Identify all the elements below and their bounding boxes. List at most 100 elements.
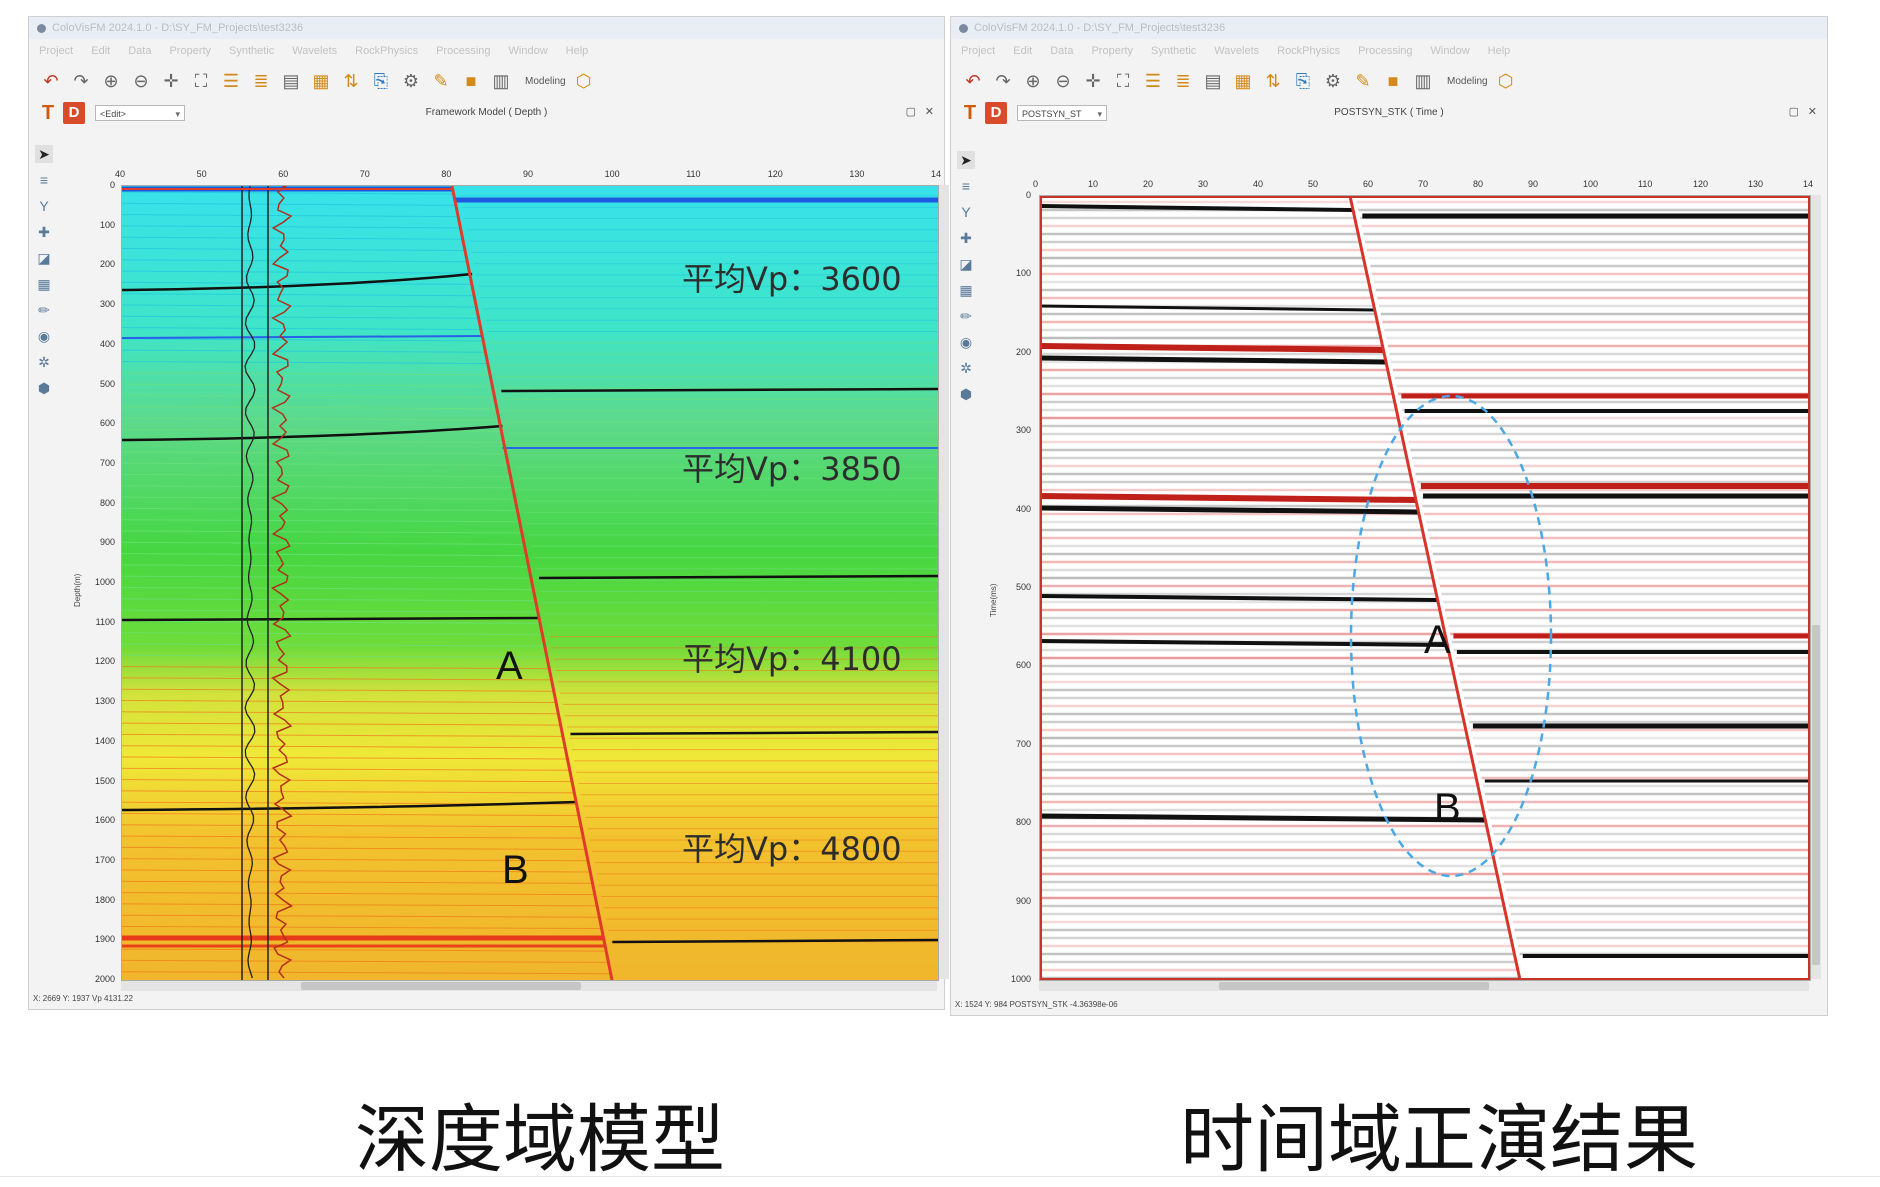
cube-icon[interactable]: ⬢ bbox=[957, 385, 975, 403]
fit-view-icon[interactable]: ⛶ bbox=[1111, 69, 1135, 93]
gear-icon[interactable]: ✲ bbox=[957, 359, 975, 377]
grid-icon[interactable]: ▥ bbox=[489, 69, 513, 93]
grid-tool-icon[interactable]: ▦ bbox=[957, 281, 975, 299]
menu-help[interactable]: Help bbox=[566, 45, 589, 57]
window-titlebar[interactable]: ColoVisFM 2024.1.0 - D:\SY_FM_Projects\t… bbox=[29, 17, 944, 39]
horizon-tool-icon[interactable]: ≡ bbox=[35, 171, 53, 189]
modeling-icon[interactable]: ⬡ bbox=[1494, 69, 1518, 93]
grid-icon[interactable]: ▥ bbox=[1411, 69, 1435, 93]
y-tool-icon[interactable]: Y bbox=[957, 203, 975, 221]
menu-bar: Project Edit Data Property Synthetic Wav… bbox=[951, 39, 1827, 63]
menu-property[interactable]: Property bbox=[1091, 45, 1133, 57]
menu-property[interactable]: Property bbox=[169, 45, 211, 57]
vertical-scroll-thumb[interactable] bbox=[1812, 625, 1820, 965]
menu-project[interactable]: Project bbox=[39, 45, 73, 57]
pan-icon[interactable]: ✛ bbox=[1081, 69, 1105, 93]
menu-processing[interactable]: Processing bbox=[436, 45, 490, 57]
close-icon[interactable]: ✕ bbox=[925, 105, 934, 118]
zoom-out-icon[interactable]: ⊖ bbox=[1051, 69, 1075, 93]
horizon-list-icon[interactable]: ≣ bbox=[249, 69, 273, 93]
depth-mode-icon[interactable]: D bbox=[63, 102, 85, 124]
menu-edit[interactable]: Edit bbox=[91, 45, 110, 57]
fill-tool-icon[interactable]: ◉ bbox=[957, 333, 975, 351]
menu-synthetic[interactable]: Synthetic bbox=[1151, 45, 1196, 57]
menu-rockphysics[interactable]: RockPhysics bbox=[1277, 45, 1340, 57]
modeling-button[interactable]: Modeling bbox=[525, 76, 566, 87]
window-titlebar[interactable]: ColoVisFM 2024.1.0 - D:\SY_FM_Projects\t… bbox=[951, 17, 1827, 39]
vertical-scrollbar[interactable] bbox=[939, 185, 949, 979]
pencil-icon[interactable]: ✏ bbox=[957, 307, 975, 325]
fit-view-icon[interactable]: ⛶ bbox=[189, 69, 213, 93]
menu-window[interactable]: Window bbox=[1431, 45, 1470, 57]
modeling-icon[interactable]: ⬡ bbox=[572, 69, 596, 93]
well-list-icon[interactable]: ▤ bbox=[1201, 69, 1225, 93]
color-bar-icon[interactable]: ▦ bbox=[1231, 69, 1255, 93]
layers-icon[interactable]: ☰ bbox=[219, 69, 243, 93]
horizon-tool-icon[interactable]: ≡ bbox=[957, 177, 975, 195]
color-palette-icon[interactable]: ■ bbox=[459, 69, 483, 93]
cube-icon[interactable]: ⬢ bbox=[35, 379, 53, 397]
pencil-icon[interactable]: ✏ bbox=[35, 301, 53, 319]
color-bar-icon[interactable]: ▦ bbox=[309, 69, 333, 93]
black-horizon bbox=[122, 424, 503, 442]
menu-data[interactable]: Data bbox=[1050, 45, 1073, 57]
vertical-scrollbar[interactable] bbox=[1811, 195, 1821, 979]
fill-tool-icon[interactable]: ◉ bbox=[35, 327, 53, 345]
menu-synthetic[interactable]: Synthetic bbox=[229, 45, 274, 57]
undo-icon[interactable]: ↶ bbox=[961, 69, 985, 93]
color-palette-icon[interactable]: ■ bbox=[1381, 69, 1405, 93]
menu-help[interactable]: Help bbox=[1488, 45, 1511, 57]
export-icon[interactable]: ⎘ bbox=[1291, 69, 1315, 93]
horizontal-scroll-thumb[interactable] bbox=[1219, 982, 1489, 990]
settings-icon[interactable]: ⚙ bbox=[399, 69, 423, 93]
menu-rockphysics[interactable]: RockPhysics bbox=[355, 45, 418, 57]
zoom-in-icon[interactable]: ⊕ bbox=[1021, 69, 1045, 93]
horizontal-scrollbar[interactable] bbox=[1039, 981, 1809, 991]
data-dropdown[interactable]: POSTSYN_ST bbox=[1017, 105, 1107, 122]
surface-tool-icon[interactable]: ◪ bbox=[957, 255, 975, 273]
strata-line bbox=[122, 507, 517, 511]
maximize-icon[interactable]: ▢ bbox=[906, 105, 916, 118]
menu-data[interactable]: Data bbox=[128, 45, 151, 57]
gear-icon[interactable]: ✲ bbox=[35, 353, 53, 371]
menu-project[interactable]: Project bbox=[961, 45, 995, 57]
paint-icon[interactable]: ✎ bbox=[1351, 69, 1375, 93]
grid-tool-icon[interactable]: ▦ bbox=[35, 275, 53, 293]
export-icon[interactable]: ⎘ bbox=[369, 69, 393, 93]
menu-wavelets[interactable]: Wavelets bbox=[1214, 45, 1259, 57]
pointer-icon[interactable]: ➤ bbox=[35, 145, 53, 163]
pointer-icon[interactable]: ➤ bbox=[957, 151, 975, 169]
redo-icon[interactable]: ↷ bbox=[991, 69, 1015, 93]
settings-icon[interactable]: ⚙ bbox=[1321, 69, 1345, 93]
horizon-list-icon[interactable]: ≣ bbox=[1171, 69, 1195, 93]
menu-window[interactable]: Window bbox=[509, 45, 548, 57]
tick-label: 300 bbox=[1015, 425, 1031, 436]
mode-dropdown[interactable]: <Edit> bbox=[95, 105, 185, 122]
fault-tool-icon[interactable]: ✚ bbox=[35, 223, 53, 241]
y-tool-icon[interactable]: Y bbox=[35, 197, 53, 215]
surface-tool-icon[interactable]: ◪ bbox=[35, 249, 53, 267]
zoom-out-icon[interactable]: ⊖ bbox=[129, 69, 153, 93]
redo-icon[interactable]: ↷ bbox=[69, 69, 93, 93]
sort-icon[interactable]: ⇅ bbox=[339, 69, 363, 93]
sort-icon[interactable]: ⇅ bbox=[1261, 69, 1285, 93]
pan-icon[interactable]: ✛ bbox=[159, 69, 183, 93]
seismic-section-canvas[interactable]: A B bbox=[1039, 195, 1811, 981]
well-list-icon[interactable]: ▤ bbox=[279, 69, 303, 93]
menu-wavelets[interactable]: Wavelets bbox=[292, 45, 337, 57]
depth-mode-icon[interactable]: D bbox=[985, 102, 1007, 124]
undo-icon[interactable]: ↶ bbox=[39, 69, 63, 93]
menu-edit[interactable]: Edit bbox=[1013, 45, 1032, 57]
layers-icon[interactable]: ☰ bbox=[1141, 69, 1165, 93]
zoom-in-icon[interactable]: ⊕ bbox=[99, 69, 123, 93]
time-mode-icon[interactable]: T bbox=[959, 102, 981, 124]
time-mode-icon[interactable]: T bbox=[37, 102, 59, 124]
close-icon[interactable]: ✕ bbox=[1808, 105, 1817, 118]
paint-icon[interactable]: ✎ bbox=[429, 69, 453, 93]
depth-model-canvas[interactable]: 平均Vp：3600 平均Vp：3850 平均Vp：4100 平均Vp：4800 … bbox=[121, 185, 939, 981]
modeling-button[interactable]: Modeling bbox=[1447, 76, 1488, 87]
strata-line bbox=[122, 327, 481, 331]
maximize-icon[interactable]: ▢ bbox=[1789, 105, 1799, 118]
fault-tool-icon[interactable]: ✚ bbox=[957, 229, 975, 247]
menu-processing[interactable]: Processing bbox=[1358, 45, 1412, 57]
